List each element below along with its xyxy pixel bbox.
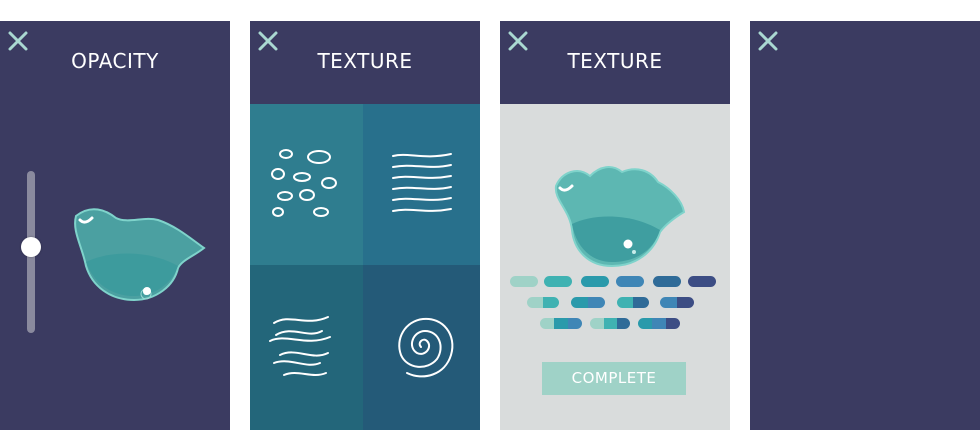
- pattern-swatch[interactable]: [544, 276, 572, 287]
- blank-screen: [750, 21, 980, 430]
- pattern-swatch[interactable]: [510, 276, 538, 287]
- opacity-screen: OPACITY: [0, 21, 230, 430]
- pattern-swatch[interactable]: [527, 297, 559, 308]
- pattern-swatch[interactable]: [688, 276, 716, 287]
- screen-title: TEXTURE: [567, 49, 663, 73]
- pattern-swatch[interactable]: [617, 297, 649, 308]
- pattern-swatch[interactable]: [581, 276, 609, 287]
- pattern-swatch[interactable]: [653, 276, 681, 287]
- pattern-swatch[interactable]: [590, 318, 630, 329]
- waves-texture-icon: [269, 316, 331, 376]
- texture-screen: TEXTURE: [250, 21, 480, 430]
- swirl-texture-icon: [398, 317, 454, 378]
- texture-option-dots[interactable]: [250, 104, 363, 265]
- complete-button[interactable]: COMPLETE: [542, 362, 686, 395]
- texture-grid: [250, 104, 480, 430]
- close-icon[interactable]: [756, 29, 780, 53]
- pattern-swatch[interactable]: [571, 297, 605, 308]
- blob-shape-icon: [554, 166, 686, 268]
- texture-option-waves[interactable]: [250, 265, 363, 430]
- texture-option-lines[interactable]: [363, 104, 480, 265]
- pattern-swatch[interactable]: [660, 297, 694, 308]
- lines-texture-icon: [392, 153, 452, 212]
- screen-title: OPACITY: [71, 49, 159, 73]
- pattern-swatch[interactable]: [540, 318, 582, 329]
- preview-panel: COMPLETE: [500, 104, 730, 430]
- texture-result-screen: TEXTURE COMPLETE: [500, 21, 730, 430]
- dots-texture-icon: [271, 149, 337, 217]
- pattern-swatches: [500, 276, 730, 336]
- pattern-swatch[interactable]: [616, 276, 644, 287]
- blob-shape-icon: [74, 208, 206, 302]
- texture-option-swirl[interactable]: [363, 265, 480, 430]
- screen-title: TEXTURE: [317, 49, 413, 73]
- opacity-slider-thumb[interactable]: [21, 237, 41, 257]
- pattern-swatch[interactable]: [638, 318, 680, 329]
